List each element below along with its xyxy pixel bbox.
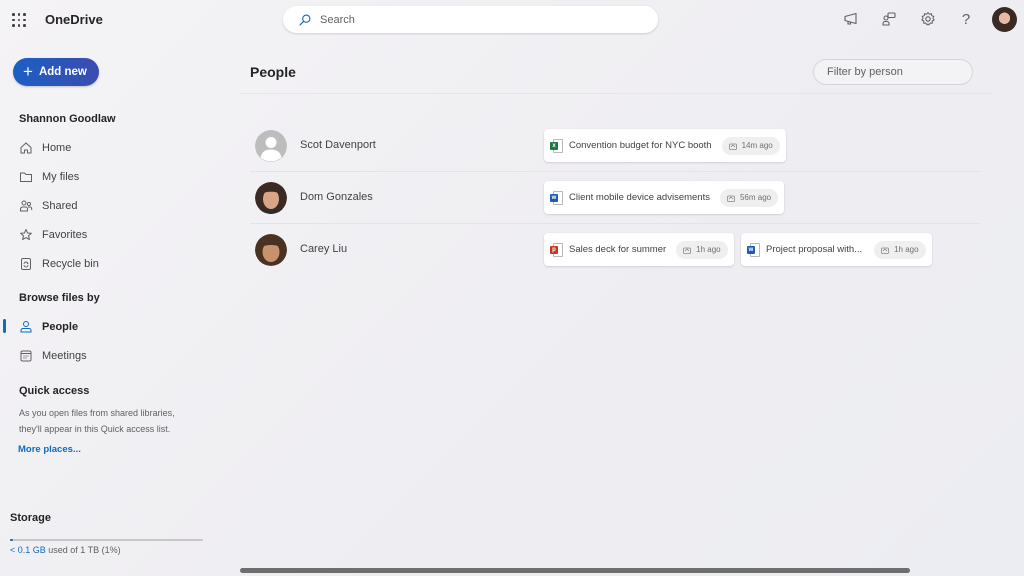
megaphone-icon[interactable] [842,10,860,28]
feedback-icon[interactable] [880,10,898,28]
app-name[interactable]: OneDrive [45,12,103,27]
search-box[interactable] [283,6,658,33]
person-name[interactable]: Scot Davenport [300,139,376,151]
plus-icon: + [23,61,33,81]
recycle-bin-icon [21,258,31,270]
avatar[interactable] [255,234,287,266]
browse-files-heading: Browse files by [19,292,100,304]
activity-time-badge: 14m ago [721,136,780,155]
sidebar-item-label: Recycle bin [42,258,99,270]
share-activity-icon [727,195,735,202]
sidebar-item-label: Favorites [42,229,88,241]
share-activity-icon [881,247,890,254]
settings-icon[interactable] [919,10,937,28]
top-bar: OneDrive ? [0,0,1024,40]
excel-file-icon: x [550,138,563,153]
person-name[interactable]: Carey Liu [300,243,347,255]
word-file-icon: w [747,242,760,257]
user-avatar[interactable] [992,7,1017,32]
file-name: Project proposal with... [766,244,863,255]
sidebar-item-label: Meetings [42,350,87,362]
storage-used-suffix: used of 1 TB (1%) [45,545,121,555]
sidebar-item-recycle-bin[interactable]: Recycle bin [19,255,99,273]
person-row: Dom Gonzales w Client mobile device advi… [250,172,980,224]
activity-time-badge: 1h ago [874,240,926,259]
user-name-heading: Shannon Goodlaw [19,113,116,125]
sidebar-item-meetings[interactable]: Meetings [19,347,87,365]
storage-progress-bar [10,539,203,541]
sidebar-item-favorites[interactable]: Favorites [19,226,87,244]
powerpoint-file-icon: p [550,242,563,257]
divider [240,93,992,94]
star-icon [20,229,32,241]
activity-time-badge: 1h ago [676,240,728,259]
sidebar-item-my-files[interactable]: My files [19,168,79,186]
sidebar-item-shared[interactable]: Shared [19,197,77,215]
activity-time-badge: 56m ago [719,188,779,207]
person-row: Scot Davenport x Convention budget for N… [250,120,980,172]
app-launcher-icon[interactable] [11,12,27,28]
search-icon [299,14,311,26]
file-name: Sales deck for summer [569,244,667,255]
word-file-icon: w [550,190,563,205]
storage-heading: Storage [10,512,51,524]
file-card[interactable]: p Sales deck for summer 1h ago [544,233,734,266]
people-icon [20,200,33,212]
add-new-button[interactable]: + Add new [13,58,99,86]
storage-used-link[interactable]: < 0.1 GB [10,545,46,555]
quick-access-heading: Quick access [19,385,90,397]
storage-usage-text: < 0.1 GB used of 1 TB (1%) [10,545,121,555]
activity-time: 14m ago [741,141,773,150]
activity-time: 1h ago [696,245,721,254]
quick-access-description: As you open files from shared libraries,… [19,408,175,434]
file-card[interactable]: w Client mobile device advisements 56m a… [544,181,785,214]
sidebar-item-label: Shared [42,200,78,212]
file-name: Client mobile device advisements [569,192,710,203]
sidebar-item-label: My files [42,171,80,183]
home-icon [20,142,32,154]
folder-icon [20,172,32,182]
search-input[interactable] [320,13,620,26]
activity-time: 1h ago [894,245,919,254]
activity-time: 56m ago [739,193,772,202]
active-indicator [3,319,6,333]
share-activity-icon [683,247,692,254]
more-places-link[interactable]: More places... [18,444,81,455]
filter-by-person-input[interactable] [813,59,973,85]
file-card[interactable]: w Project proposal with... 1h ago [741,233,932,266]
help-icon[interactable]: ? [957,10,975,28]
avatar[interactable] [255,182,287,214]
sidebar-item-label: Home [42,142,72,154]
file-name: Convention budget for NYC booth [569,140,712,151]
storage-progress-fill [10,539,13,541]
file-card[interactable]: x Convention budget for NYC booth 14m ag… [544,129,786,162]
page-title: People [250,64,296,80]
sidebar-item-label: People [42,321,79,333]
person-row: Carey Liu p Sales deck for summer 1h ago… [250,224,980,276]
calendar-icon [20,350,32,362]
horizontal-scrollbar[interactable] [240,568,910,573]
person-name[interactable]: Dom Gonzales [300,191,373,203]
share-activity-icon [728,143,737,150]
person-icon [20,321,32,333]
sidebar-item-home[interactable]: Home [19,139,71,157]
add-new-label: Add new [38,66,87,78]
avatar[interactable] [255,130,287,162]
sidebar-item-people[interactable]: People [19,318,78,336]
